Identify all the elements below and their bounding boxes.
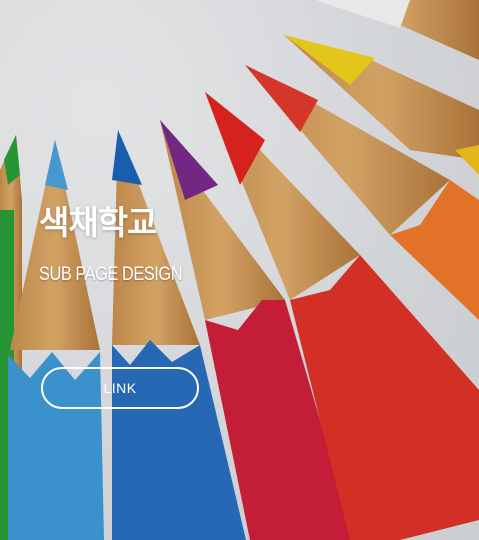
link-button[interactable]: LINK [41,367,199,409]
page-subtitle: SUB PAGE DESIGN [39,264,183,285]
page-title: 색채학교 [39,203,157,242]
hero-banner: 색채학교 SUB PAGE DESIGN LINK [0,0,479,540]
